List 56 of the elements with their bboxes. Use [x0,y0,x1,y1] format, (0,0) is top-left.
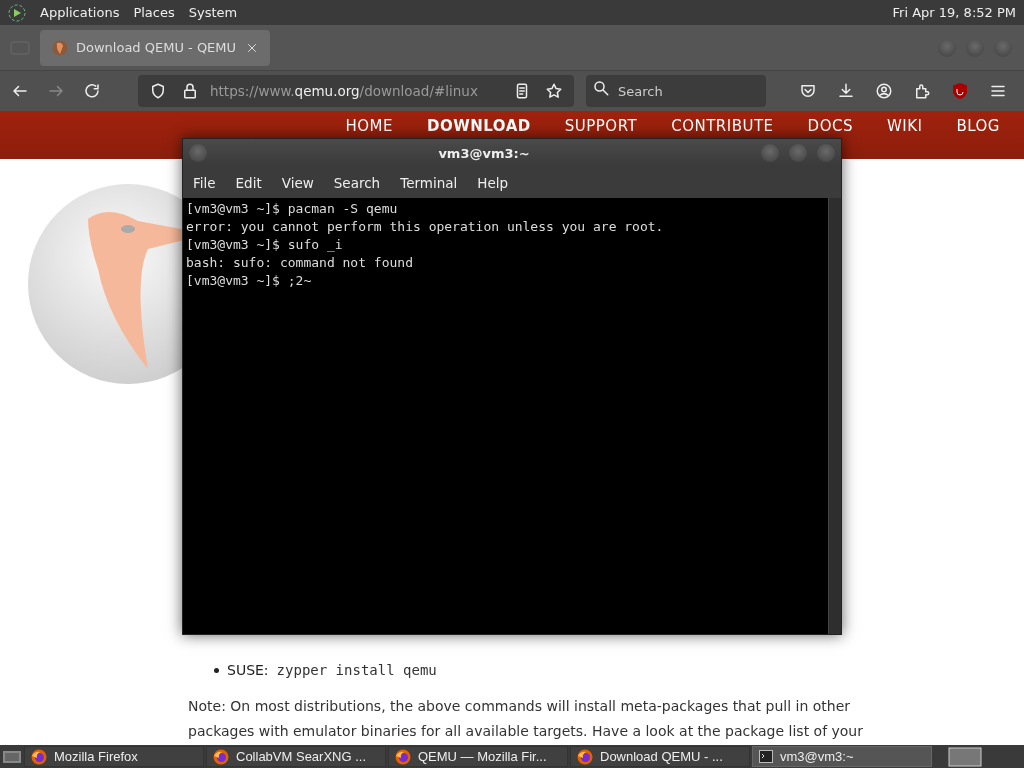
taskbar-item[interactable]: CollabVM SearXNG ... [206,746,386,767]
nav-link[interactable]: DOWNLOAD [427,118,531,135]
account-icon[interactable] [875,82,893,100]
star-icon[interactable] [545,82,563,100]
taskbar-item[interactable]: Mozilla Firefox [24,746,204,767]
nav-link[interactable]: WIKI [886,118,923,135]
search-icon[interactable] [592,79,610,97]
taskbar-item[interactable]: QEMU — Mozilla Fir... [388,746,568,767]
menu-item[interactable]: Help [477,174,509,191]
nav-link[interactable]: HOME [345,118,393,135]
reload-icon[interactable] [83,82,101,100]
bullet-icon [214,667,219,673]
panel-menu[interactable]: Applications [40,5,120,20]
distro-label: SUSE: [227,662,269,678]
shield-icon[interactable] [149,82,167,100]
taskbar-item[interactable]: vm3@vm3:~ [752,746,932,767]
terminal-screen[interactable]: [vm3@vm3 ~]$ pacman -S qemu error: you cannot perform this operation unless you are root. [vm3@vm3 ~]$ sufo _i bash: sufo: command not found [vm3@vm3 ~]$ ;2~ [183,198,841,634]
note-paragraph: Note: On most distributions, the above commands will install meta-packages that pull in other packages with emulator binaries for all available targets. Have a look at the package list of your [188,697,864,741]
close-icon[interactable] [246,41,258,54]
gnome-foot-icon[interactable] [8,3,26,22]
terminal-line: error: you cannot perform this operation unless you are root. [186,218,665,236]
menu-item[interactable]: Search [333,174,381,191]
terminal-line: [vm3@vm3 ~]$ ;2~ [186,272,313,290]
terminal-icon [759,750,773,763]
lock-icon[interactable] [181,82,199,100]
puzzle-icon[interactable] [913,82,931,100]
firefox-icon [31,748,47,765]
nav-link[interactable]: SUPPORT [564,118,638,135]
taskbar-item[interactable]: Download QEMU - ... [570,746,750,767]
terminal-line: [vm3@vm3 ~]$ pacman -S qemu [186,200,399,218]
firefox-icon [395,748,411,765]
workspace-switcher-icon[interactable] [948,746,982,767]
panel-menu[interactable]: System [188,5,238,20]
shield-extension-icon[interactable] [952,82,968,100]
nav-link[interactable]: BLOG [956,118,1000,135]
panel-menu[interactable]: Places [133,5,175,20]
pocket-icon[interactable] [799,82,817,100]
clock[interactable]: Fri Apr 19, 8:52 PM [892,5,1016,20]
terminal-line: bash: sufo: command not found [186,254,414,272]
firefox-icon [213,748,229,765]
show-desktop-icon[interactable] [2,748,22,765]
search-field[interactable]: Search [586,75,766,107]
nav-link[interactable]: DOCS [807,118,853,135]
menu-item[interactable]: Edit [235,174,262,191]
address-bar[interactable]: https://www.qemu.org/download/#linux [138,75,574,107]
firefox-icon [577,748,593,765]
menu-item[interactable]: Terminal [400,174,458,191]
install-command: zypper install qemu [276,662,437,678]
download-icon[interactable] [837,82,855,100]
menu-item[interactable]: View [281,174,314,191]
terminal-title-bar: vm3@vm3:~ [183,139,841,167]
menu-item[interactable]: File [193,174,216,191]
nav-link[interactable]: CONTRIBUTE [671,118,774,135]
terminal-line: [vm3@vm3 ~]$ sufo _i [186,236,344,254]
browser-tab[interactable]: Download QEMU - QEMU [40,29,270,66]
qemu-favicon-icon [52,39,68,56]
